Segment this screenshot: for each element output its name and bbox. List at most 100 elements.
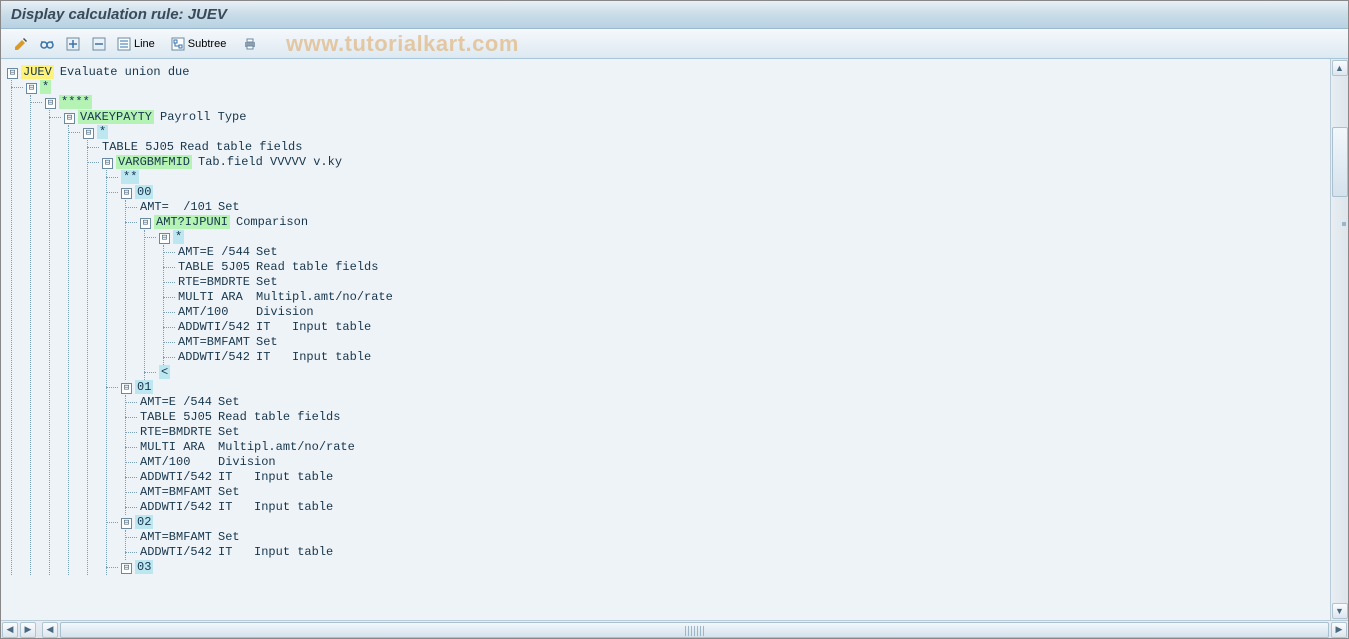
node-label: MULTI ARA	[178, 290, 250, 304]
tree-row[interactable]: ⊟*	[83, 125, 1330, 140]
expand-toggle[interactable]: ⊟	[83, 128, 94, 139]
tree-node: AMT/100 Division	[126, 455, 1330, 470]
subtree-button[interactable]: Subtree	[167, 33, 231, 55]
tree-row[interactable]: ⊟AMT?IJPUNIComparison	[140, 215, 1330, 230]
node-label: 03	[135, 560, 153, 574]
node-label: VAKEYPAYTY	[78, 110, 154, 124]
node-description: Set	[256, 275, 278, 289]
tree-children: ⊟****⊟VAKEYPAYTYPayroll Type⊟*TABLE 5J05…	[30, 95, 1330, 575]
tree-node: ⊟AMT?IJPUNIComparison⊟*AMT=E /544SetTABL…	[126, 215, 1330, 380]
expand-node-button[interactable]	[61, 33, 85, 55]
node-description: Set	[218, 200, 240, 214]
title-bar: Display calculation rule: JUEV	[1, 1, 1348, 29]
node-description: Set	[256, 245, 278, 259]
tree-row[interactable]: ADDWTI/542IT Input table	[178, 320, 1330, 335]
expand-toggle[interactable]: ⊟	[159, 233, 170, 244]
node-label: TABLE 5J05	[178, 260, 250, 274]
tree-row[interactable]: TABLE 5J05Read table fields	[140, 410, 1330, 425]
expand-plus-icon	[65, 36, 81, 52]
glasses-icon	[39, 36, 55, 52]
tree-node: ⊟JUEVEvaluate union due⊟*⊟****⊟VAKEYPAYT…	[7, 65, 1330, 575]
tree-row[interactable]: ⊟VAKEYPAYTYPayroll Type	[64, 110, 1330, 125]
tree-row[interactable]: AMT=E /544Set	[178, 245, 1330, 260]
node-description: Tab.field VVVVV v.ky	[198, 155, 342, 169]
node-description: Set	[218, 425, 240, 439]
tree-row[interactable]: ⊟00	[121, 185, 1330, 200]
tree-node: MULTI ARA Multipl.amt/no/rate	[126, 440, 1330, 455]
collapse-node-button[interactable]	[87, 33, 111, 55]
expand-toggle[interactable]: ⊟	[121, 518, 132, 529]
horizontal-scrollbar[interactable]: ◀ ▶ ◀ ▶	[1, 620, 1348, 638]
tree-node: ⊟VAKEYPAYTYPayroll Type⊟*TABLE 5J05Read …	[50, 110, 1330, 575]
tree-row[interactable]: MULTI ARA Multipl.amt/no/rate	[178, 290, 1330, 305]
node-description: IT Input table	[218, 470, 333, 484]
tree-row[interactable]: RTE=BMDRTESet	[140, 425, 1330, 440]
tree-row[interactable]: ⊟****	[45, 95, 1330, 110]
vertical-scroll-track[interactable]	[1332, 77, 1348, 602]
toggle-edit-button[interactable]	[9, 33, 33, 55]
tree-row[interactable]: AMT=BMFAMTSet	[178, 335, 1330, 350]
line-button[interactable]: Line	[113, 33, 159, 55]
tree-row[interactable]: AMT= /101Set	[140, 200, 1330, 215]
scroll-left-button[interactable]: ◀	[42, 622, 58, 638]
tree-row[interactable]: ⊟03	[121, 560, 1330, 575]
scroll-left-outer-button[interactable]: ◀	[2, 622, 18, 638]
vertical-scroll-thumb[interactable]	[1332, 127, 1348, 197]
horizontal-scroll-track[interactable]	[60, 622, 1329, 638]
vertical-scrollbar[interactable]: ▲ ▼	[1330, 59, 1348, 620]
tree-row[interactable]: ⊟JUEVEvaluate union due	[7, 65, 1330, 80]
node-description: Evaluate union due	[60, 65, 190, 79]
tree-row[interactable]: AMT=BMFAMTSet	[140, 485, 1330, 500]
tree-row[interactable]: <	[159, 365, 1330, 380]
node-label: *	[173, 230, 184, 244]
expand-toggle[interactable]: ⊟	[64, 113, 75, 124]
tree: ⊟JUEVEvaluate union due⊟*⊟****⊟VAKEYPAYT…	[1, 59, 1330, 620]
tree-row[interactable]: ⊟02	[121, 515, 1330, 530]
expand-toggle[interactable]: ⊟	[121, 383, 132, 394]
node-description: Division	[256, 305, 314, 319]
tree-row[interactable]: AMT=BMFAMTSet	[140, 530, 1330, 545]
tree-row[interactable]: TABLE 5J05 Read table fields	[178, 260, 1330, 275]
scroll-right-button[interactable]: ▶	[1331, 622, 1347, 638]
node-description: IT Input table	[218, 500, 333, 514]
node-label: AMT=E /544	[140, 395, 212, 409]
node-label: AMT=BMFAMT	[140, 530, 212, 544]
node-description: Read table fields	[256, 260, 378, 274]
tree-row[interactable]: ⊟*	[26, 80, 1330, 95]
expand-toggle[interactable]: ⊟	[121, 188, 132, 199]
tree-node: ⊟03	[107, 560, 1330, 575]
tree-row[interactable]: ADDWTI/542IT Input table	[140, 470, 1330, 485]
horizontal-scroll-thumb[interactable]	[60, 622, 1329, 638]
tree-node: RTE=BMDRTESet	[126, 425, 1330, 440]
tree-row[interactable]: ⊟VARGBMFMIDTab.field VVVVV v.ky	[102, 155, 1330, 170]
scroll-down-button[interactable]: ▼	[1332, 603, 1348, 619]
tree-row[interactable]: ADDWTI/542IT Input table	[140, 545, 1330, 560]
tree-row[interactable]: ⊟01	[121, 380, 1330, 395]
tree-row[interactable]: MULTI ARA Multipl.amt/no/rate	[140, 440, 1330, 455]
tree-row[interactable]: AMT/100 Division	[140, 455, 1330, 470]
tree-children: AMT=E /544SetTABLE 5J05 Read table fields…	[163, 245, 1330, 365]
glasses-button[interactable]	[35, 33, 59, 55]
tree-node: TABLE 5J05Read table fields	[88, 140, 1330, 155]
tree-row[interactable]: RTE=BMDRTESet	[178, 275, 1330, 290]
node-description: Read table fields	[180, 140, 302, 154]
tree-row[interactable]: ADDWTI/542IT Input table	[140, 500, 1330, 515]
expand-toggle[interactable]: ⊟	[140, 218, 151, 229]
expand-toggle[interactable]: ⊟	[45, 98, 56, 109]
tree-node: AMT=BMFAMTSet	[164, 335, 1330, 350]
tree-row[interactable]: TABLE 5J05Read table fields	[102, 140, 1330, 155]
tree-row[interactable]: ADDWTI/542IT Input table	[178, 350, 1330, 365]
pencil-toggle-icon	[13, 36, 29, 52]
scroll-right-outer-button[interactable]: ▶	[20, 622, 36, 638]
scroll-up-button[interactable]: ▲	[1332, 60, 1348, 76]
expand-toggle[interactable]: ⊟	[7, 68, 18, 79]
tree-row[interactable]: **	[121, 170, 1330, 185]
print-button[interactable]	[238, 33, 262, 55]
tree-row[interactable]: AMT/100 Division	[178, 305, 1330, 320]
tree-row[interactable]: ⊟*	[159, 230, 1330, 245]
tree-row[interactable]: AMT=E /544Set	[140, 395, 1330, 410]
tree-children: ⊟*⊟****⊟VAKEYPAYTYPayroll Type⊟*TABLE 5J…	[11, 80, 1330, 575]
expand-toggle[interactable]: ⊟	[102, 158, 113, 169]
expand-toggle[interactable]: ⊟	[121, 563, 132, 574]
expand-toggle[interactable]: ⊟	[26, 83, 37, 94]
